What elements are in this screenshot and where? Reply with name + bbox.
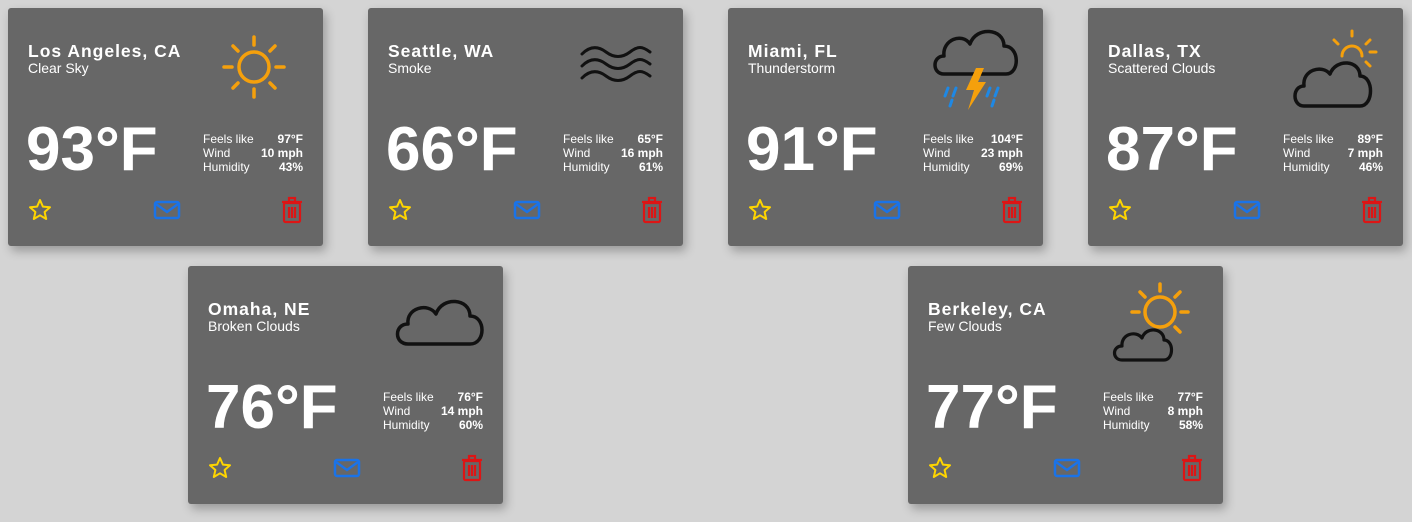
weather-stats: Feels like 65°F Wind 16 mph Humidity 61% xyxy=(563,132,663,174)
broken-clouds-icon xyxy=(390,274,490,374)
weather-card: Seattle, WA Smoke 66°F Feels like 65°F Wi… xyxy=(368,8,683,246)
temperature: 91°F xyxy=(746,115,878,184)
delete-trash-icon[interactable] xyxy=(1360,196,1384,224)
email-icon[interactable] xyxy=(1053,457,1081,479)
thunderstorm-icon xyxy=(930,16,1030,116)
weather-stats: Feels like 77°F Wind 8 mph Humidity 58% xyxy=(1103,390,1203,432)
email-icon[interactable] xyxy=(153,199,181,221)
delete-trash-icon[interactable] xyxy=(460,454,484,482)
favorite-star-icon[interactable] xyxy=(208,456,232,480)
delete-trash-icon[interactable] xyxy=(1000,196,1024,224)
humidity-label: Humidity xyxy=(203,160,250,174)
wind-label: Wind xyxy=(203,146,231,160)
city-name: Los Angeles, CA xyxy=(28,41,182,61)
city-name: Omaha, NE xyxy=(208,299,311,319)
feels-like-value: 97°F xyxy=(277,132,303,146)
favorite-star-icon[interactable] xyxy=(388,198,412,222)
weather-card: Dallas, TX Scattered Clouds 87°F Feels l… xyxy=(1088,8,1403,246)
city-name: Berkeley, CA xyxy=(928,299,1047,319)
feels-like-label: Feels like xyxy=(923,132,974,146)
wind-label: Wind xyxy=(563,146,591,160)
feels-like-label: Feels like xyxy=(1283,132,1334,146)
email-icon[interactable] xyxy=(873,199,901,221)
wind-label: Wind xyxy=(923,146,951,160)
weather-stats: Feels like 97°F Wind 10 mph Humidity 43% xyxy=(203,132,303,174)
wind-value: 16 mph xyxy=(620,146,663,160)
wind-label: Wind xyxy=(1283,146,1311,160)
wind-value: 23 mph xyxy=(980,146,1023,160)
temperature: 87°F xyxy=(1106,115,1238,184)
clear-sky-icon xyxy=(210,16,310,116)
city-name: Miami, FL xyxy=(748,41,838,61)
weather-condition: Broken Clouds xyxy=(208,318,300,334)
favorite-star-icon[interactable] xyxy=(1108,198,1132,222)
humidity-label: Humidity xyxy=(1103,418,1150,432)
weather-condition: Smoke xyxy=(388,60,432,76)
feels-like-label: Feels like xyxy=(1103,390,1154,404)
weather-condition: Few Clouds xyxy=(928,318,1002,334)
weather-stats: Feels like 89°F Wind 7 mph Humidity 46% xyxy=(1283,132,1383,174)
feels-like-value: 104°F xyxy=(990,132,1023,146)
feels-like-label: Feels like xyxy=(383,390,434,404)
humidity-value: 58% xyxy=(1178,418,1203,432)
wind-label: Wind xyxy=(1103,404,1131,418)
wind-value: 8 mph xyxy=(1167,404,1203,418)
delete-trash-icon[interactable] xyxy=(1180,454,1204,482)
weather-card: Berkeley, CA Few Clouds 77°F Feels like 7… xyxy=(908,266,1223,504)
email-icon[interactable] xyxy=(333,457,361,479)
feels-like-value: 65°F xyxy=(637,132,663,146)
feels-like-label: Feels like xyxy=(203,132,254,146)
wind-value: 14 mph xyxy=(440,404,483,418)
humidity-label: Humidity xyxy=(923,160,970,174)
humidity-value: 43% xyxy=(278,160,303,174)
weather-stats: Feels like 104°F Wind 23 mph Humidity 69% xyxy=(923,132,1023,174)
temperature: 93°F xyxy=(26,115,158,184)
email-icon[interactable] xyxy=(1233,199,1261,221)
weather-card: Los Angeles, CA Clear Sky 93°F Feels lik… xyxy=(8,8,323,246)
feels-like-label: Feels like xyxy=(563,132,614,146)
feels-like-value: 76°F xyxy=(457,390,483,404)
weather-condition: Scattered Clouds xyxy=(1108,60,1216,76)
weather-card: Miami, FL Thunderstorm 91°F Feels like 10… xyxy=(728,8,1043,246)
wind-value: 7 mph xyxy=(1347,146,1383,160)
weather-condition: Clear Sky xyxy=(28,60,89,76)
weather-condition: Thunderstorm xyxy=(748,60,836,76)
weather-card: Omaha, NE Broken Clouds 76°F Feels like 7… xyxy=(188,266,503,504)
email-icon[interactable] xyxy=(513,199,541,221)
wind-label: Wind xyxy=(383,404,411,418)
temperature: 66°F xyxy=(386,115,518,184)
favorite-star-icon[interactable] xyxy=(28,198,52,222)
temperature: 76°F xyxy=(206,373,338,442)
favorite-star-icon[interactable] xyxy=(928,456,952,480)
city-name: Seattle, WA xyxy=(388,41,495,61)
smoke-icon xyxy=(570,16,670,116)
favorite-star-icon[interactable] xyxy=(748,198,772,222)
weather-stats: Feels like 76°F Wind 14 mph Humidity 60% xyxy=(383,390,483,432)
humidity-label: Humidity xyxy=(383,418,430,432)
feels-like-value: 89°F xyxy=(1357,132,1383,146)
few-clouds-icon xyxy=(1110,274,1210,374)
humidity-value: 61% xyxy=(638,160,663,174)
temperature: 77°F xyxy=(926,373,1058,442)
humidity-value: 69% xyxy=(998,160,1023,174)
humidity-label: Humidity xyxy=(1283,160,1330,174)
delete-trash-icon[interactable] xyxy=(280,196,304,224)
scattered-clouds-icon xyxy=(1290,16,1390,116)
wind-value: 10 mph xyxy=(260,146,303,160)
humidity-value: 46% xyxy=(1358,160,1383,174)
humidity-value: 60% xyxy=(458,418,483,432)
delete-trash-icon[interactable] xyxy=(640,196,664,224)
city-name: Dallas, TX xyxy=(1108,41,1202,61)
humidity-label: Humidity xyxy=(563,160,610,174)
feels-like-value: 77°F xyxy=(1177,390,1203,404)
